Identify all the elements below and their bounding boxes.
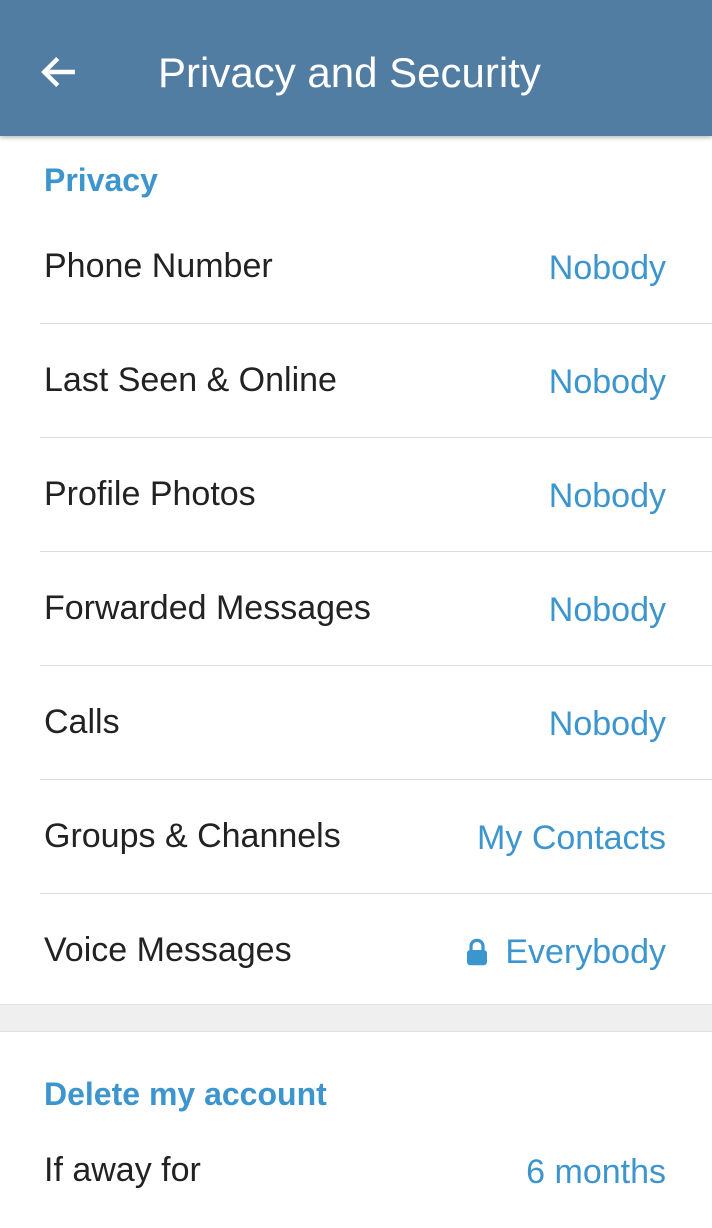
setting-label: Calls <box>44 703 120 741</box>
privacy-section-header: Privacy <box>44 162 158 198</box>
setting-value: Nobody <box>548 705 666 743</box>
setting-value: Everybody <box>505 933 666 971</box>
setting-value: Nobody <box>548 591 666 629</box>
page-title: Privacy and Security <box>158 49 541 96</box>
setting-value: Nobody <box>548 249 666 287</box>
lock-icon <box>465 938 489 966</box>
setting-row-phone-number[interactable]: Phone Number Nobody <box>0 210 712 324</box>
setting-label: Last Seen & Online <box>44 361 337 399</box>
setting-label: Phone Number <box>44 247 273 285</box>
delete-account-section: Delete my account If away for 6 months <box>0 1032 712 1228</box>
setting-row-calls[interactable]: Calls Nobody <box>0 666 712 780</box>
privacy-section: Privacy Phone Number Nobody Last Seen & … <box>0 136 712 1004</box>
setting-value-with-lock: Everybody <box>465 932 666 972</box>
back-button[interactable] <box>22 38 94 110</box>
setting-row-groups-channels[interactable]: Groups & Channels My Contacts <box>0 780 712 894</box>
delete-account-list: If away for 6 months <box>0 1124 712 1228</box>
setting-row-last-seen[interactable]: Last Seen & Online Nobody <box>0 324 712 438</box>
setting-row-profile-photos[interactable]: Profile Photos Nobody <box>0 438 712 552</box>
setting-row-voice-messages[interactable]: Voice Messages Everybody <box>0 894 712 1008</box>
setting-row-forwarded-messages[interactable]: Forwarded Messages Nobody <box>0 552 712 666</box>
setting-label: Groups & Channels <box>44 817 341 855</box>
setting-value: Nobody <box>548 477 666 515</box>
delete-account-section-header: Delete my account <box>44 1076 327 1112</box>
section-divider <box>0 1004 712 1032</box>
setting-label: Voice Messages <box>44 931 292 969</box>
setting-value: Nobody <box>548 363 666 401</box>
setting-label: Profile Photos <box>44 475 256 513</box>
setting-row-if-away-for[interactable]: If away for 6 months <box>0 1124 712 1228</box>
arrow-left-icon <box>36 50 80 99</box>
setting-label: Forwarded Messages <box>44 589 371 627</box>
setting-label: If away for <box>44 1151 201 1189</box>
setting-value: 6 months <box>526 1153 666 1191</box>
privacy-security-screen: Privacy and Security Privacy Phone Numbe… <box>0 0 712 1228</box>
privacy-list: Phone Number Nobody Last Seen & Online N… <box>0 210 712 1008</box>
setting-value: My Contacts <box>477 819 666 857</box>
app-bar: Privacy and Security <box>0 0 712 136</box>
